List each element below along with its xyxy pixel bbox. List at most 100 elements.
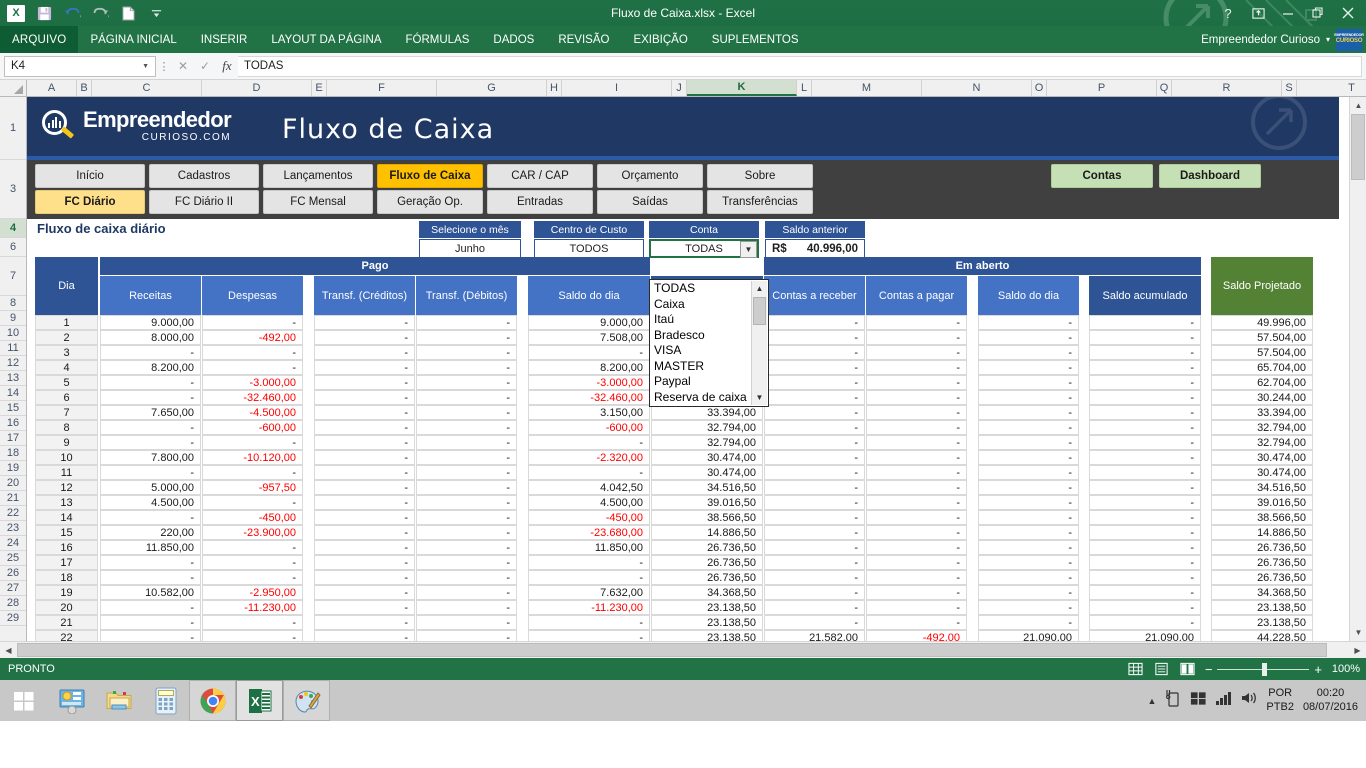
row-header-25[interactable]: 25 (0, 551, 26, 566)
cell-saldo-dia[interactable]: 9.000,00 (528, 315, 650, 330)
cell-saldo-acum[interactable]: 34.368,50 (651, 585, 763, 600)
column-header-J[interactable]: J (672, 80, 687, 96)
clock[interactable]: 00:20 08/07/2016 (1303, 687, 1358, 715)
cell-ab-saldo-acum[interactable]: - (1089, 330, 1201, 345)
cell-ab-saldo-acum[interactable]: - (1089, 540, 1201, 555)
cell-ab-saldo-acum[interactable]: - (1089, 450, 1201, 465)
cell-pagar[interactable]: - (866, 570, 967, 585)
formula-input[interactable]: TODAS (238, 56, 1362, 77)
cell-receitas[interactable]: 7.650,00 (100, 405, 201, 420)
chevron-down-icon[interactable]: ▾ (1326, 35, 1330, 44)
show-hidden-icons-icon[interactable]: ▲ (1148, 696, 1157, 706)
zoom-thumb[interactable] (1262, 663, 1267, 676)
column-header-T[interactable]: T (1297, 80, 1366, 96)
nav-button-dashboard[interactable]: Dashboard (1159, 164, 1261, 188)
row-header-19[interactable]: 19 (0, 461, 26, 476)
scroll-down-icon[interactable]: ▼ (1350, 624, 1366, 641)
cell-receitas[interactable]: - (100, 435, 201, 450)
column-header-H[interactable]: H (547, 80, 562, 96)
cell-receitas[interactable]: - (100, 465, 201, 480)
cell-pagar[interactable]: - (866, 480, 967, 495)
row-header-17[interactable]: 17 (0, 431, 26, 446)
calculator-icon[interactable] (142, 680, 189, 721)
zoom-track[interactable] (1217, 669, 1309, 670)
row-header-27[interactable]: 27 (0, 581, 26, 596)
cell-tdeb[interactable]: - (416, 570, 517, 585)
row-header-28[interactable]: 28 (0, 596, 26, 611)
nav-button-or-amento[interactable]: Orçamento (597, 164, 703, 188)
tab-layout-da-p-gina[interactable]: LAYOUT DA PÁGINA (259, 26, 393, 53)
row-header-13[interactable]: 13 (0, 371, 26, 386)
cell-saldo-dia[interactable]: - (528, 630, 650, 641)
cell-ab-saldo-acum[interactable]: - (1089, 465, 1201, 480)
cell-dia[interactable]: 1 (35, 315, 98, 330)
cell-receitas[interactable]: - (100, 345, 201, 360)
cell-projetado[interactable]: 32.794,00 (1211, 435, 1313, 450)
cell-projetado[interactable]: 57.504,00 (1211, 330, 1313, 345)
cost-center-filter[interactable]: TODOS (534, 239, 644, 258)
cell-dia[interactable]: 19 (35, 585, 98, 600)
new-file-icon[interactable] (116, 2, 140, 24)
cell-saldo-dia[interactable]: - (528, 555, 650, 570)
windows-start-icon[interactable] (0, 680, 48, 721)
column-header-G[interactable]: G (437, 80, 547, 96)
horizontal-scrollbar-thumb[interactable] (17, 643, 1327, 657)
cell-saldo-dia[interactable]: 4.500,00 (528, 495, 650, 510)
cell-tcred[interactable]: - (314, 570, 415, 585)
cell-despesas[interactable]: - (202, 465, 303, 480)
nav-button-contas[interactable]: Contas (1051, 164, 1153, 188)
cell-projetado[interactable]: 32.794,00 (1211, 420, 1313, 435)
chevron-down-icon[interactable]: ▼ (740, 241, 757, 258)
cell-tcred[interactable]: - (314, 495, 415, 510)
cell-dia[interactable]: 12 (35, 480, 98, 495)
cell-saldo-acum[interactable]: 26.736,50 (651, 570, 763, 585)
cell-tdeb[interactable]: - (416, 615, 517, 630)
cell-saldo-dia[interactable]: -23.680,00 (528, 525, 650, 540)
cell-ab-saldo-acum[interactable]: - (1089, 585, 1201, 600)
cell-despesas[interactable]: - (202, 570, 303, 585)
help-icon[interactable]: ? (1214, 1, 1242, 25)
network-icon[interactable] (1190, 690, 1207, 711)
cell-projetado[interactable]: 39.016,50 (1211, 495, 1313, 510)
cell-dia[interactable]: 11 (35, 465, 98, 480)
cell-ab-saldo-acum[interactable]: - (1089, 375, 1201, 390)
row-header-20[interactable]: 20 (0, 476, 26, 491)
cell-ab-saldo-dia[interactable]: - (978, 375, 1079, 390)
cell-ab-saldo-acum[interactable]: - (1089, 390, 1201, 405)
row-header-1[interactable]: 1 (0, 97, 26, 160)
cell-projetado[interactable]: 49.996,00 (1211, 315, 1313, 330)
cell-projetado[interactable]: 34.516,50 (1211, 480, 1313, 495)
cell-tcred[interactable]: - (314, 435, 415, 450)
cell-projetado[interactable]: 26.736,50 (1211, 570, 1313, 585)
quick-access-toolbar[interactable]: X (0, 0, 168, 26)
cell-ab-saldo-dia[interactable]: - (978, 315, 1079, 330)
tab-dados[interactable]: DADOS (481, 26, 546, 53)
cell-dia[interactable]: 8 (35, 420, 98, 435)
cell-saldo-acum[interactable]: 23.138,50 (651, 600, 763, 615)
nav-button-fluxo-de-caixa[interactable]: Fluxo de Caixa (377, 164, 483, 188)
row-header-26[interactable]: 26 (0, 566, 26, 581)
cell-pagar[interactable]: - (866, 495, 967, 510)
cell-despesas[interactable]: -450,00 (202, 510, 303, 525)
cell-tdeb[interactable]: - (416, 405, 517, 420)
page-break-view-icon[interactable] (1179, 661, 1197, 677)
nav-button-fc-di-rio-ii[interactable]: FC Diário II (149, 190, 259, 214)
nav-button-lan-amentos[interactable]: Lançamentos (263, 164, 373, 188)
scroll-right-icon[interactable]: ▶ (1349, 642, 1366, 658)
cell-ab-saldo-acum[interactable]: 21.090,00 (1089, 630, 1201, 641)
row-header-12[interactable]: 12 (0, 356, 26, 371)
cell-tcred[interactable]: - (314, 510, 415, 525)
cell-pagar[interactable]: - (866, 540, 967, 555)
cell-saldo-acum[interactable]: 33.394,00 (651, 405, 763, 420)
cell-dia[interactable]: 20 (35, 600, 98, 615)
cell-projetado[interactable]: 38.566,50 (1211, 510, 1313, 525)
cell-tdeb[interactable]: - (416, 435, 517, 450)
row-header-14[interactable]: 14 (0, 386, 26, 401)
name-box[interactable]: K4 ▼ (4, 56, 156, 77)
cell-tdeb[interactable]: - (416, 345, 517, 360)
cell-saldo-dia[interactable]: - (528, 465, 650, 480)
cell-tcred[interactable]: - (314, 375, 415, 390)
cell-tdeb[interactable]: - (416, 315, 517, 330)
cell-pagar[interactable]: -492,00 (866, 630, 967, 641)
cell-tcred[interactable]: - (314, 465, 415, 480)
